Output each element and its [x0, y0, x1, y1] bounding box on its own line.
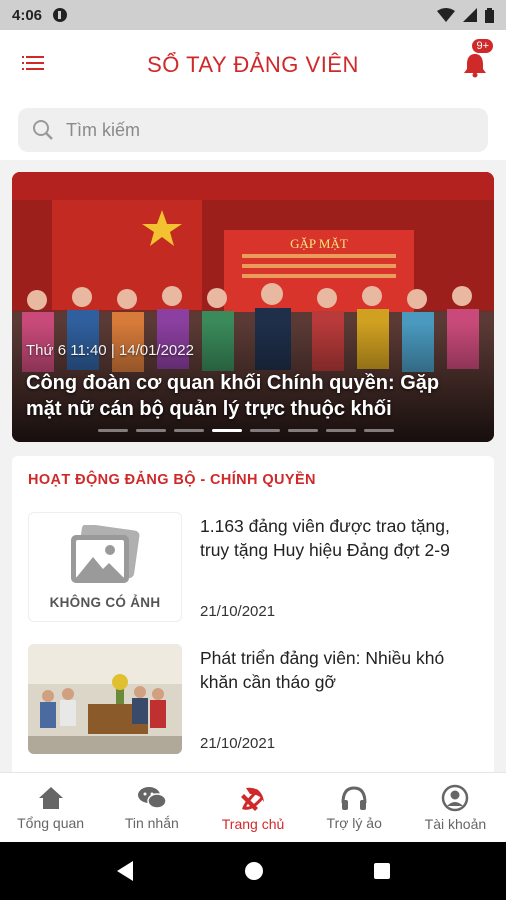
banner-meta: Thứ 6 11:40 | 14/01/2022 — [26, 342, 194, 359]
nav-item-trang-chu[interactable]: Trang chủ — [202, 773, 303, 842]
section-title: HOẠT ĐỘNG ĐẢNG BỘ - CHÍNH QUYỀN — [28, 472, 316, 488]
nav-label: Tổng quan — [17, 814, 85, 831]
status-time: 4:06 — [12, 6, 43, 24]
hammer-sickle-icon — [241, 787, 264, 811]
recents-icon[interactable] — [373, 862, 391, 880]
article-date: 21/10/2021 — [200, 603, 276, 620]
article-thumbnail — [28, 644, 182, 754]
carousel-dot[interactable] — [288, 429, 318, 432]
wifi-icon — [437, 8, 455, 22]
banner-headline: Công đoàn cơ quan khối Chính quyền: Gặp … — [26, 372, 440, 420]
carousel-dot[interactable] — [136, 429, 166, 432]
signal-icon — [463, 8, 477, 22]
article-title: 1.163 đảng viên được trao tặng, truy tặn… — [200, 516, 450, 560]
nav-label: Tài khoản — [424, 815, 487, 832]
search-placeholder: Tìm kiếm — [66, 119, 140, 140]
carousel-dot[interactable] — [326, 429, 356, 432]
home-button-icon[interactable] — [244, 861, 264, 881]
nav-item-tong-quan[interactable]: Tổng quan — [0, 773, 101, 842]
banner-sign-text: GẶP MẶT — [290, 236, 348, 251]
nav-item-tro-ly-ao[interactable]: Trợ lý ảo — [304, 773, 405, 842]
carousel-dot[interactable] — [250, 429, 280, 432]
search-input[interactable]: Tìm kiếm — [18, 108, 488, 152]
carousel-dot-active[interactable] — [212, 429, 242, 432]
image-placeholder-icon — [71, 524, 140, 583]
notification-badge: 9+ — [471, 38, 494, 54]
back-icon[interactable] — [115, 860, 135, 882]
nav-label: Tin nhắn — [124, 814, 179, 831]
app-bar: SỔ TAY ĐẢNG VIÊN 9+ — [0, 30, 506, 100]
menu-icon[interactable] — [22, 56, 44, 72]
article-title: Phát triển đảng viên: Nhiều khó khăn cần… — [200, 648, 445, 692]
carousel-indicator — [98, 429, 394, 432]
chat-icon — [137, 786, 167, 809]
no-image-label: KHÔNG CÓ ẢNH — [49, 594, 161, 610]
nav-label: Trợ lý ảo — [326, 814, 382, 831]
carousel-dot[interactable] — [174, 429, 204, 432]
home-icon — [38, 786, 63, 809]
nav-item-tai-khoan[interactable]: Tài khoản — [405, 773, 506, 842]
app-title: SỔ TAY ĐẢNG VIÊN — [147, 52, 359, 77]
no-image-placeholder: KHÔNG CÓ ẢNH — [28, 512, 182, 622]
main-content: GẶP MẶT Thứ 6 11:40 | 14/01/2022 Công đo… — [0, 160, 506, 772]
battery-icon — [485, 7, 494, 23]
carousel-dot[interactable] — [364, 429, 394, 432]
article-date: 21/10/2021 — [200, 735, 276, 752]
system-navigation-bar — [0, 842, 506, 900]
nav-label: Trang chủ — [221, 815, 285, 832]
nav-item-tin-nhan[interactable]: Tin nhắn — [101, 773, 202, 842]
status-bar: 4:06 — [0, 0, 506, 30]
article-item[interactable]: Phát triển đảng viên: Nhiều khó khăn cần… — [28, 644, 480, 754]
article-item[interactable]: KHÔNG CÓ ẢNH 1.163 đảng viên được trao t… — [28, 512, 480, 622]
account-icon — [442, 784, 469, 811]
headphones-icon — [341, 785, 367, 810]
carousel-dot[interactable] — [98, 429, 128, 432]
app-notification-icon — [53, 8, 68, 22]
search-icon — [33, 120, 53, 140]
featured-banner[interactable]: GẶP MẶT Thứ 6 11:40 | 14/01/2022 Công đo… — [12, 172, 494, 442]
search-container: Tìm kiếm — [0, 100, 506, 160]
bottom-navigation: Tổng quan Tin nhắn Trang chủ Trợ lý ảo T… — [0, 772, 506, 842]
news-section: HOẠT ĐỘNG ĐẢNG BỘ - CHÍNH QUYỀN KHÔNG CÓ… — [12, 456, 494, 772]
